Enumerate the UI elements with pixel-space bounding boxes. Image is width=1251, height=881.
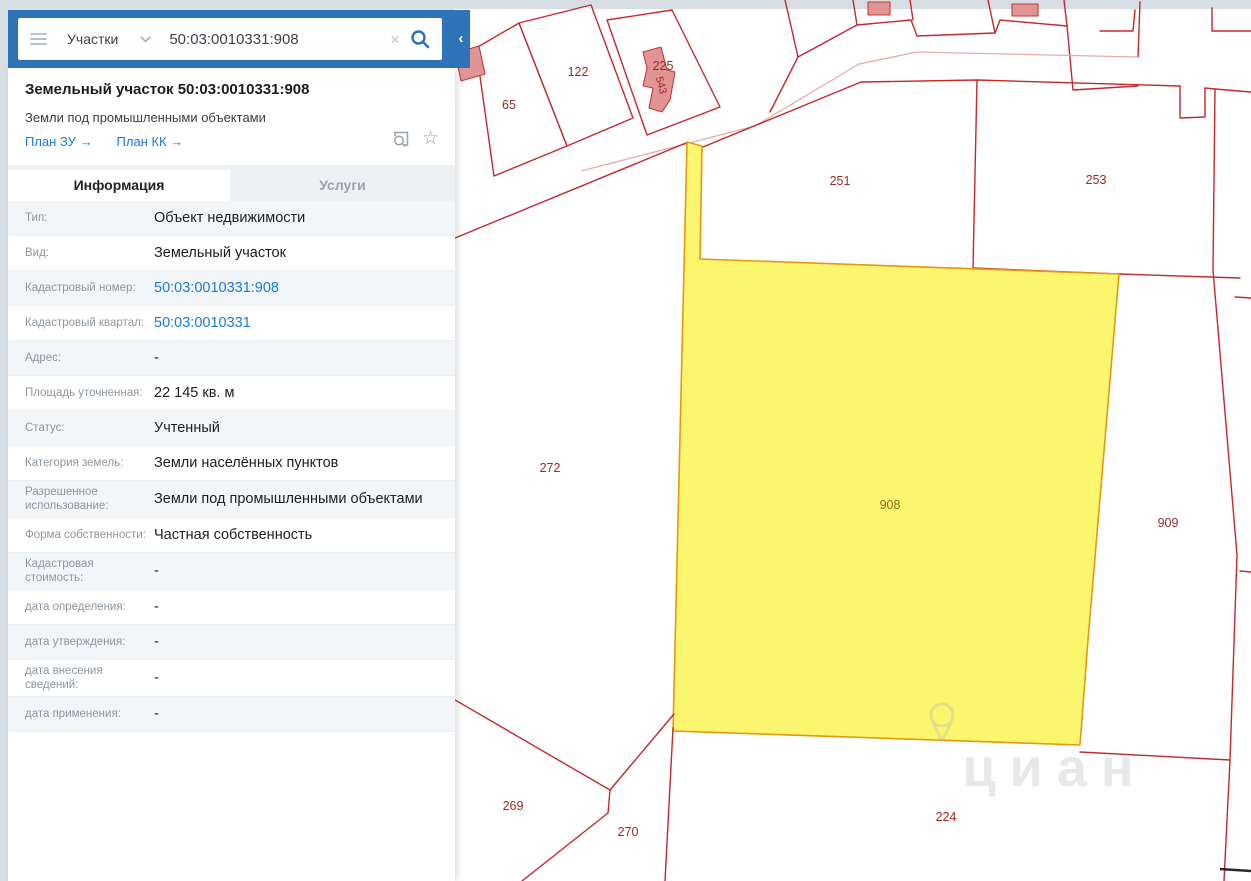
table-row: Адрес: - — [8, 341, 455, 376]
boundary-line — [1138, 2, 1140, 57]
table-row: Разрешенное использование: Земли под про… — [8, 481, 455, 518]
row-label: Статус: — [8, 421, 154, 435]
parcel-info-panel: Земельный участок 50:03:0010331:908 Земл… — [8, 68, 455, 881]
table-row: дата внесения сведений: - — [8, 660, 455, 697]
row-label: Категория земель: — [8, 456, 154, 470]
parcel-label-122: 122 — [568, 65, 589, 79]
row-label: Адрес: — [8, 351, 154, 365]
table-row: Форма собственности: Частная собственнос… — [8, 518, 455, 553]
parcel-label-65: 65 — [502, 98, 516, 112]
building-top-1 — [868, 2, 890, 15]
row-value: Земли населённых пунктов — [154, 454, 455, 473]
watermark-text: циан — [962, 738, 1147, 798]
favorite-star-icon[interactable]: ☆ — [422, 129, 439, 149]
chevron-down-icon[interactable] — [140, 30, 151, 48]
cadastral-map[interactable]: 65122225251253272908909269270224543циан — [455, 0, 1251, 881]
search-input[interactable]: 50:03:0010331:908 — [169, 31, 384, 48]
row-value: - — [154, 705, 455, 724]
table-row: Кадастровый квартал: 50:03:0010331 — [8, 306, 455, 341]
search-category-dropdown[interactable]: Участки — [67, 31, 118, 47]
table-row: дата применения: - — [8, 697, 455, 732]
parcel-label-225: 225 — [653, 59, 674, 73]
parcel-label-269: 269 — [503, 799, 524, 813]
table-row: Площадь уточненная: 22 145 кв. м — [8, 376, 455, 411]
row-value-link[interactable]: 50:03:0010331:908 — [154, 279, 455, 298]
row-label: Кадастровый квартал: — [8, 316, 154, 330]
boundary-tick-1 — [1235, 297, 1251, 298]
row-label: дата утверждения: — [8, 635, 154, 649]
boundary-224-left — [665, 728, 673, 881]
row-value: 22 145 кв. м — [154, 384, 455, 403]
page-title: Земельный участок 50:03:0010331:908 — [25, 81, 441, 98]
table-row: Тип: Объект недвижимости — [8, 201, 455, 236]
row-label: Вид: — [8, 246, 154, 260]
boundary-269 — [455, 700, 610, 790]
table-row: Кадастровая стоимость: - — [8, 553, 455, 590]
row-label: Форма собственности: — [8, 528, 154, 542]
table-row: Кадастровый номер: 50:03:0010331:908 — [8, 271, 455, 306]
info-table: Тип: Объект недвижимости Вид: Земельный … — [8, 201, 455, 732]
parcel-label-224: 224 — [936, 810, 957, 824]
row-value-link[interactable]: 50:03:0010331 — [154, 314, 455, 333]
parcel-label-909: 909 — [1158, 516, 1179, 530]
map-canvas[interactable]: 65122225251253272908909269270224543циан — [455, 0, 1251, 881]
row-label: Тип: — [8, 211, 154, 225]
row-label: дата определения: — [8, 600, 154, 614]
parcel-label-251: 251 — [830, 174, 851, 188]
row-label: Кадастровая стоимость: — [8, 557, 154, 585]
divider-251-253 — [973, 80, 977, 268]
boundary-tick-2 — [1240, 571, 1251, 572]
table-row: Статус: Учтенный — [8, 411, 455, 446]
row-label: Разрешенное использование: — [8, 485, 154, 513]
row-value: - — [154, 349, 455, 368]
parcel-908-highlighted[interactable] — [673, 142, 1119, 745]
row-value: Земли под промышленными объектами — [154, 490, 455, 509]
row-label: дата применения: — [8, 707, 154, 721]
search-panel-header: Участки 50:03:0010331:908 × ‹ — [8, 10, 470, 68]
parcel-label-270: 270 — [618, 825, 639, 839]
search-icon[interactable] — [410, 29, 430, 49]
row-label: Кадастровый номер: — [8, 281, 154, 295]
boundary-line — [1100, 10, 1135, 31]
building-top-2 — [1012, 4, 1038, 16]
boundary-270-right — [610, 714, 674, 790]
table-row: Категория земель: Земли населённых пункт… — [8, 446, 455, 481]
collapse-panel-icon[interactable]: ‹ — [454, 28, 468, 50]
tab-bar: Информация Услуги — [8, 165, 455, 201]
parcel-label-272: 272 — [540, 461, 561, 475]
parcel-subtitle: Земли под промышленными объектами — [25, 110, 266, 125]
row-label: Площадь уточненная: — [8, 386, 154, 400]
parcel-label-253: 253 — [1086, 173, 1107, 187]
boundary-270 — [522, 790, 610, 881]
tab-information[interactable]: Информация — [8, 170, 230, 201]
plan-preview-icon[interactable] — [392, 130, 411, 149]
search-box[interactable]: Участки 50:03:0010331:908 × — [18, 18, 442, 60]
plan-kk-link[interactable]: План КК → — [117, 134, 184, 149]
menu-icon[interactable] — [30, 33, 47, 45]
row-value: Учтенный — [154, 419, 455, 438]
row-label: дата внесения сведений: — [8, 664, 154, 692]
table-row: дата определения: - — [8, 590, 455, 625]
road-edge-dark — [455, 143, 686, 238]
tab-services[interactable]: Услуги — [230, 170, 455, 201]
row-value: - — [154, 598, 455, 617]
boundary-line — [1212, 8, 1251, 31]
boundary-top-cluster — [770, 20, 911, 112]
clear-icon[interactable]: × — [390, 31, 400, 48]
row-value: - — [154, 669, 455, 688]
plan-zu-link[interactable]: План ЗУ → — [25, 134, 93, 149]
row-value: - — [154, 562, 455, 581]
boundary-right — [1213, 89, 1237, 881]
row-value: Земельный участок — [154, 244, 455, 263]
header-icons: ☆ — [392, 129, 439, 149]
plan-links: План ЗУ → План КК → — [25, 134, 183, 149]
row-value: - — [154, 633, 455, 652]
table-row: дата утверждения: - — [8, 625, 455, 660]
table-row: Вид: Земельный участок — [8, 236, 455, 271]
row-value: Объект недвижимости — [154, 209, 455, 228]
row-value: Частная собственность — [154, 526, 455, 545]
parcel-label-908: 908 — [880, 498, 901, 512]
